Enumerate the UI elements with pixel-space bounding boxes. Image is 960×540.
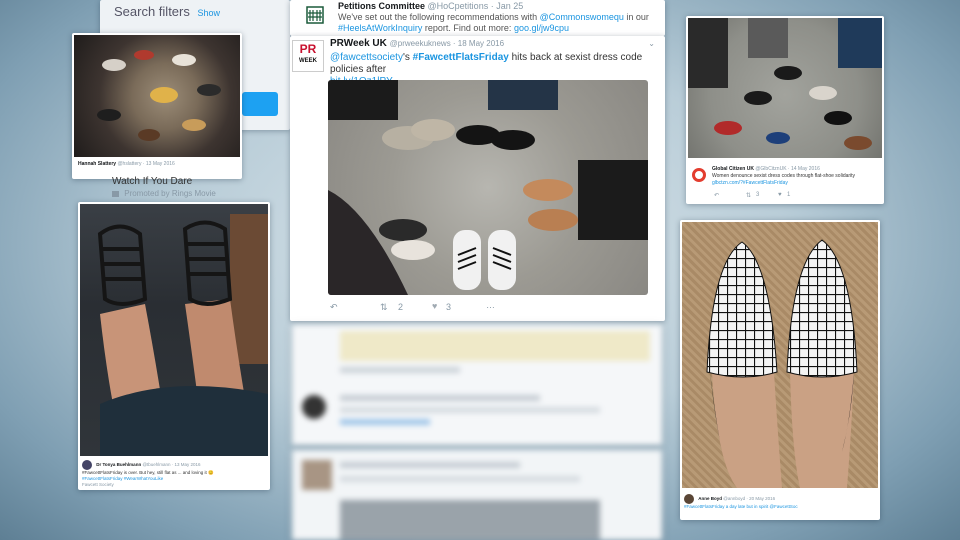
tweet-card-blurred-1[interactable]	[292, 325, 662, 445]
tweet-card-global-citizen[interactable]: Global Citizen UK @GlbCitznUK · 14 May 2…	[686, 16, 884, 204]
tweet-link[interactable]: glbctzn.com/?#FawcettFlatsFriday	[712, 180, 878, 187]
tweet-handle: @HoCpetitions · Jan 25	[427, 1, 524, 11]
tweet-author[interactable]: Hannah Slattery	[78, 161, 116, 167]
tweet-link[interactable]: goo.gl/jw9cpu	[514, 23, 569, 33]
reply-icon[interactable]: ↶	[714, 192, 719, 199]
tweet-mention[interactable]: @fawcettsociety	[330, 52, 403, 63]
tweet-author[interactable]: Dr Tonya Buehlmann	[96, 462, 141, 467]
tweet-meta: Fawcett Society	[82, 482, 114, 487]
tweet-handle: @GlbCitznUK · 14 May 2016	[755, 166, 820, 172]
tweet-photo-shoes-circle-2[interactable]	[688, 18, 882, 158]
promoted-label: Promoted by Rings Movie	[124, 189, 216, 198]
tweet-mention[interactable]: @Commonswomequ	[540, 12, 624, 22]
tweet-hashtag[interactable]: #FawcettFlatsFriday	[413, 52, 509, 63]
like-icon[interactable]: ♥	[778, 192, 782, 198]
prweek-logo-week: WEEK	[299, 58, 317, 64]
tweet-photo-sandals[interactable]	[80, 204, 268, 456]
tweet-card-petitions[interactable]: Petitions Committee @HoCpetitions · Jan …	[290, 0, 665, 36]
promoted-icon	[112, 190, 119, 197]
tweet-photo-feet-circle[interactable]	[74, 35, 240, 157]
prweek-logo[interactable]: PR WEEK	[292, 40, 324, 72]
retweet-icon[interactable]: ⇅	[380, 302, 388, 313]
filter-apply-button[interactable]	[242, 92, 278, 116]
tweet-photo-shoes-circle[interactable]	[328, 80, 648, 295]
tweet-text: Women denounce sexist dress codes throug…	[712, 173, 856, 179]
tweet-author[interactable]: Anne Boyd	[698, 496, 722, 501]
tweet-card-sandals[interactable]: Dr Tonya Buehlmann @tbuehlmann · 13 May …	[78, 202, 270, 490]
tweet-author[interactable]: Petitions Committee	[338, 1, 425, 11]
avatar[interactable]	[82, 460, 92, 470]
global-citizen-logo[interactable]	[692, 168, 706, 182]
like-count: 3	[446, 302, 452, 312]
retweet-count: 3	[756, 192, 760, 198]
tweet-hashtag[interactable]: #HeelsAtWorkInquiry	[338, 23, 422, 33]
tweet-text: #FawcettFlatsFriday a day late but in sp…	[684, 504, 798, 509]
tweet-handle: @hslattery · 13 May 2016	[117, 161, 175, 167]
like-count: 1	[787, 192, 791, 198]
tweet-card-checked-pumps[interactable]: Anne Boyd @annboyd · 20 May 2016 #Fawcet…	[680, 220, 880, 520]
retweet-icon[interactable]: ⇅	[746, 192, 751, 199]
tweet-handle: @prweekuknews · 18 May 2016	[389, 39, 505, 48]
promoted-title[interactable]: Watch If You Dare	[112, 176, 282, 187]
tweet-text: in our	[626, 12, 649, 22]
chevron-down-icon[interactable]: ⌄	[648, 38, 655, 50]
like-icon[interactable]: ♥	[432, 301, 437, 311]
tweet-author[interactable]: Global Citizen UK	[712, 166, 754, 172]
tweet-text: report. Find out more:	[424, 23, 512, 33]
tweet-photo-checked-pumps[interactable]	[682, 222, 878, 488]
reply-icon[interactable]: ↶	[330, 302, 338, 313]
search-filters-label: Search filters	[114, 4, 190, 19]
tweet-handle: @annboyd · 20 May 2016	[723, 496, 776, 502]
tweet-author[interactable]: PRWeek UK	[330, 38, 387, 49]
tweet-mention-suffix: 's	[402, 52, 410, 63]
prweek-logo-pr: PR	[299, 42, 317, 56]
more-icon[interactable]: …	[486, 300, 495, 310]
search-filters-show-link[interactable]: Show	[198, 8, 221, 18]
tweet-card-feet-circle[interactable]: Hannah Slattery @hslattery · 13 May 2016	[72, 33, 242, 179]
tweet-handle: @tbuehlmann · 13 May 2016	[142, 462, 201, 468]
tweet-card-blurred-2[interactable]	[292, 450, 662, 540]
promoted-item[interactable]: Watch If You Dare Promoted by Rings Movi…	[112, 176, 282, 202]
tweet-text: We've set out the following recommendati…	[338, 12, 538, 22]
parliament-portcullis-icon[interactable]	[304, 4, 326, 26]
avatar[interactable]	[684, 494, 694, 504]
tweet-card-prweek[interactable]: PR WEEK PRWeek UK @prweekuknews · 18 May…	[290, 36, 665, 321]
retweet-count: 2	[398, 302, 404, 312]
